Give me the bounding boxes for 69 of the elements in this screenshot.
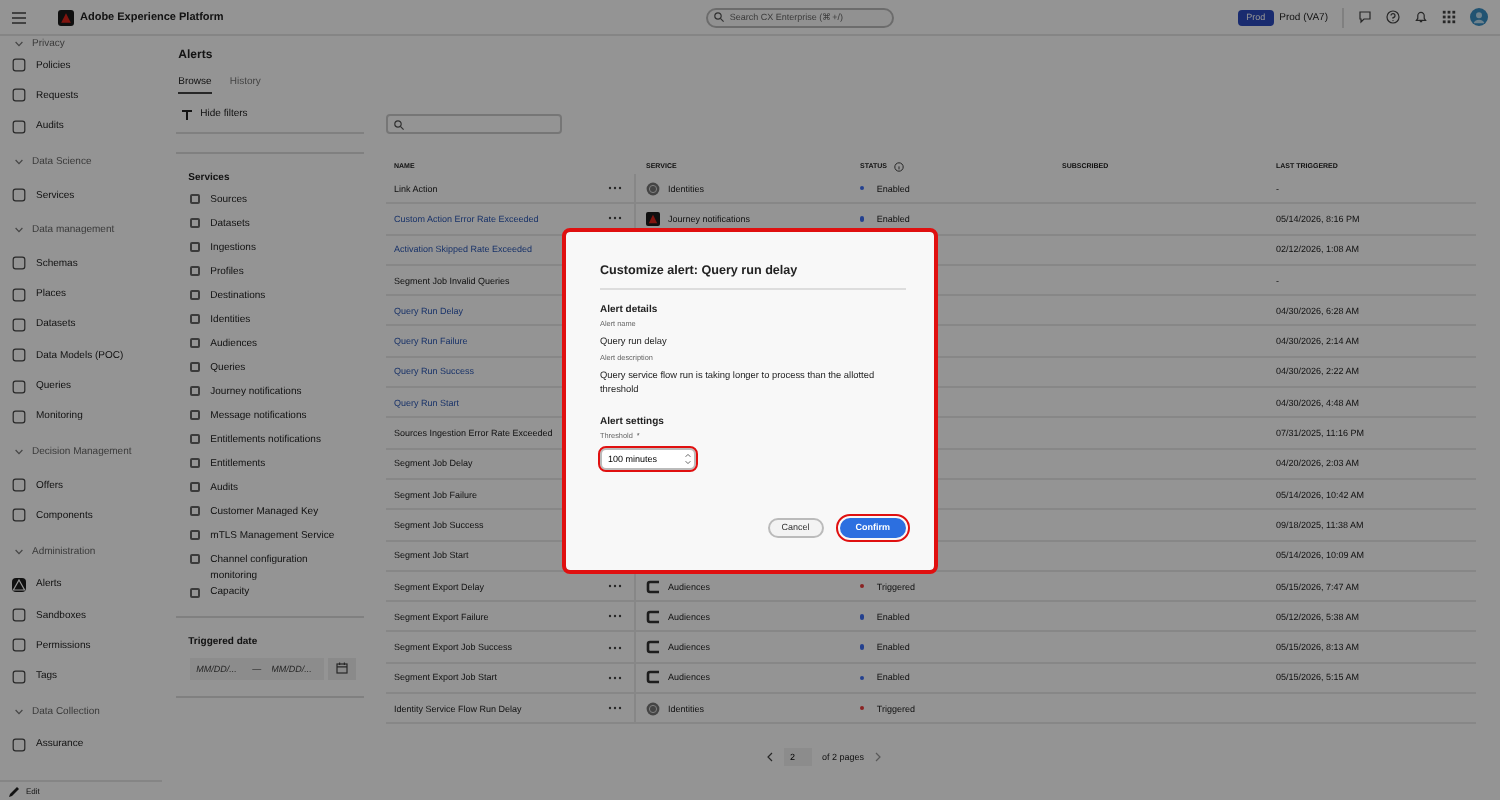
- square-icon: [12, 88, 26, 103]
- checkbox[interactable]: [190, 194, 201, 204]
- checkbox[interactable]: [190, 530, 201, 540]
- pencil-icon: [8, 785, 20, 797]
- checkbox[interactable]: [190, 314, 201, 324]
- checkbox[interactable]: [190, 410, 201, 420]
- square-icon: [12, 409, 26, 424]
- more-icon[interactable]: [608, 186, 622, 191]
- logo-icon: [58, 9, 74, 25]
- chevron-icon[interactable]: [14, 707, 24, 716]
- square-icon: [12, 287, 26, 302]
- checkbox[interactable]: [190, 554, 201, 564]
- checkbox[interactable]: [190, 458, 201, 468]
- filter-icon: [182, 109, 193, 119]
- more-icon[interactable]: [608, 706, 622, 711]
- more-icon[interactable]: [608, 675, 622, 680]
- square-icon: [12, 669, 26, 684]
- chevron-icon[interactable]: [14, 447, 24, 456]
- chevron-right-icon[interactable]: [874, 752, 883, 763]
- checkbox[interactable]: [190, 290, 201, 300]
- journey-icon: [646, 211, 660, 226]
- chevron-icon[interactable]: [14, 157, 24, 166]
- warning-icon: [12, 577, 26, 592]
- chevron-icon[interactable]: [14, 226, 24, 235]
- checkbox[interactable]: [190, 242, 201, 252]
- search-field[interactable]: [386, 114, 562, 134]
- calendar-button[interactable]: [328, 657, 357, 679]
- audience-icon: [646, 609, 660, 624]
- chevron-icon[interactable]: [14, 39, 24, 47]
- checkbox[interactable]: [190, 218, 201, 228]
- square-icon: [12, 348, 26, 363]
- chevron-icon[interactable]: [14, 547, 24, 556]
- identity-icon: [646, 701, 660, 716]
- checkbox[interactable]: [190, 362, 201, 372]
- square-icon: [12, 256, 26, 271]
- square-icon: [12, 638, 26, 653]
- square-icon: [12, 58, 26, 73]
- avatar-icon[interactable]: [1470, 8, 1488, 26]
- help-icon[interactable]: [1386, 10, 1400, 24]
- audience-icon: [646, 579, 660, 593]
- square-icon: [12, 188, 26, 203]
- checkbox[interactable]: [190, 587, 201, 597]
- checkbox[interactable]: [190, 506, 201, 516]
- search-icon: [394, 119, 404, 129]
- checkbox[interactable]: [190, 482, 201, 492]
- checkbox[interactable]: [190, 266, 201, 276]
- square-icon: [12, 608, 26, 622]
- chat-icon[interactable]: [1358, 10, 1372, 24]
- more-icon[interactable]: [608, 216, 622, 221]
- search-icon: [713, 12, 724, 22]
- calendar-icon: [336, 662, 349, 674]
- square-icon: [12, 119, 26, 134]
- stepper-icon[interactable]: [684, 451, 692, 465]
- square-icon: [12, 379, 26, 394]
- more-icon[interactable]: [608, 614, 622, 619]
- checkbox[interactable]: [190, 434, 201, 444]
- menu-icon[interactable]: [12, 11, 26, 23]
- bell-icon[interactable]: [1414, 10, 1428, 24]
- square-icon: [12, 317, 26, 332]
- info-icon[interactable]: [894, 161, 905, 171]
- checkbox[interactable]: [190, 386, 201, 396]
- identity-icon: [646, 181, 660, 196]
- more-icon[interactable]: [608, 645, 622, 650]
- square-icon: [12, 478, 26, 493]
- square-icon: [12, 508, 26, 523]
- checkbox[interactable]: [190, 338, 201, 348]
- apps-icon[interactable]: [1442, 10, 1456, 24]
- square-icon: [12, 737, 26, 752]
- chevron-left-icon[interactable]: [766, 752, 774, 763]
